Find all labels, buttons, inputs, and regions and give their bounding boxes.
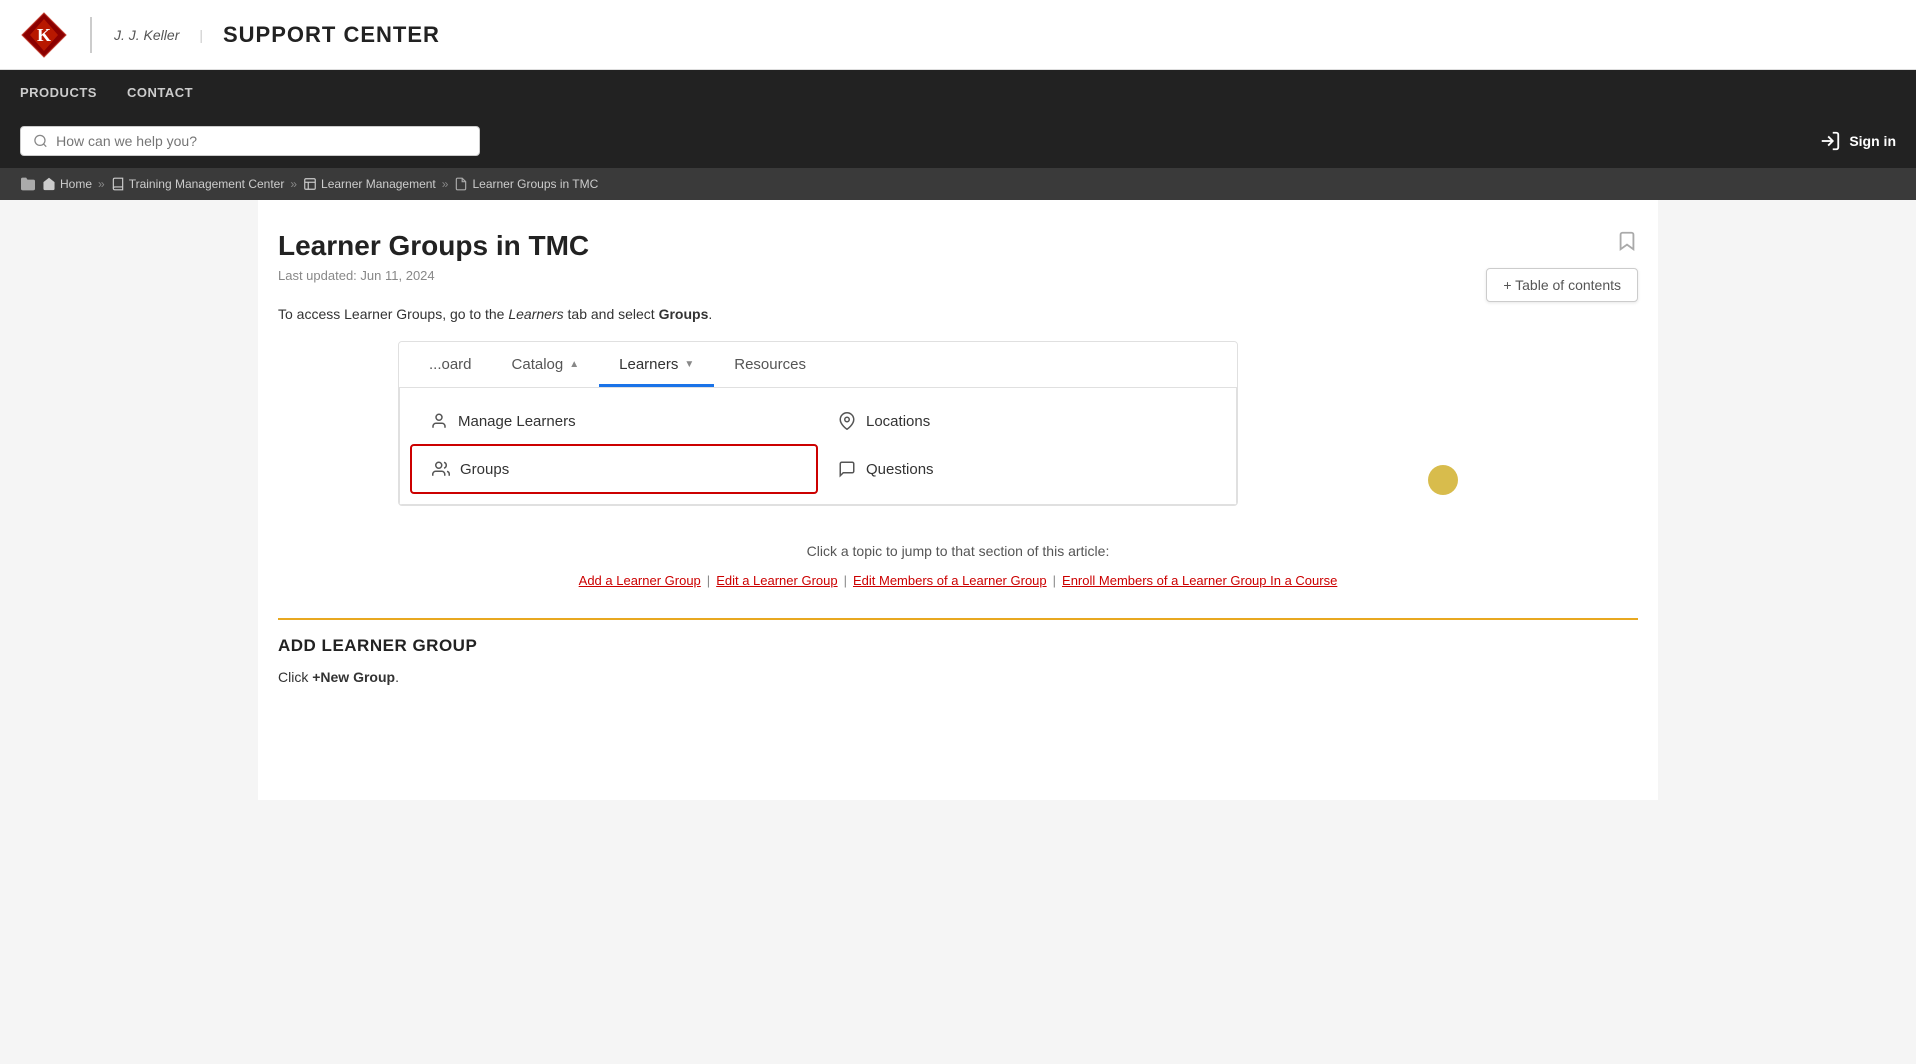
brand-pipe: | (199, 27, 203, 43)
manage-learners-icon (430, 412, 448, 430)
nav-bar: PRODUCTS CONTACT (0, 70, 1916, 114)
locations-icon (838, 412, 856, 430)
breadcrumb-sep-3: » (442, 177, 449, 191)
add-section-content: Click +New Group. (278, 666, 1638, 688)
search-input[interactable] (56, 133, 467, 149)
jump-links-list: Add a Learner Group | Edit a Learner Gro… (278, 573, 1638, 588)
sim-questions[interactable]: Questions (818, 444, 1226, 494)
add-learner-group-section: ADD LEARNER GROUP Click +New Group. (278, 618, 1638, 688)
toc-button-label: + Table of contents (1503, 277, 1621, 293)
breadcrumb-sep-1: » (98, 177, 105, 191)
breadcrumb-home[interactable]: Home (42, 177, 92, 191)
last-updated: Last updated: Jun 11, 2024 (278, 268, 1638, 283)
support-center-title: SUPPORT CENTER (223, 22, 440, 48)
jj-keller-logo: K (20, 11, 68, 59)
jump-links-section: Click a topic to jump to that section of… (278, 530, 1638, 597)
jump-links-heading: Click a topic to jump to that section of… (278, 540, 1638, 562)
ui-screenshot-sim: ...oard Catalog ▲ Learners ▼ Resources (398, 341, 1238, 506)
toc-area: + Table of contents (1486, 230, 1638, 302)
sim-dropdown-menu: Manage Learners Locations (399, 388, 1237, 505)
sim-groups[interactable]: Groups (410, 444, 818, 494)
jump-link-edit-members[interactable]: Edit Members of a Learner Group (853, 573, 1047, 588)
sim-nav-learners[interactable]: Learners ▼ (599, 342, 714, 387)
add-learner-group-heading: ADD LEARNER GROUP (278, 618, 1638, 666)
jump-link-enroll[interactable]: Enroll Members of a Learner Group In a C… (1062, 573, 1337, 588)
catalog-arrow: ▲ (569, 359, 579, 370)
sign-in-button[interactable]: Sign in (1819, 130, 1896, 152)
article-body: To access Learner Groups, go to the Lear… (278, 303, 1638, 688)
article-title: Learner Groups in TMC (278, 230, 1638, 262)
jump-link-edit[interactable]: Edit a Learner Group (716, 573, 837, 588)
add-section-text: Click +New Group. (278, 666, 1638, 688)
groups-icon (432, 460, 450, 478)
jump-sep-1: | (705, 573, 712, 588)
questions-icon (838, 460, 856, 478)
sign-in-label: Sign in (1849, 133, 1896, 149)
learners-arrow: ▼ (684, 359, 694, 370)
brand-divider (90, 17, 92, 53)
search-bar-row: Sign in (0, 114, 1916, 168)
search-wrapper (20, 126, 480, 156)
sim-nav-resources[interactable]: Resources (714, 342, 826, 387)
breadcrumb-learner-mgmt[interactable]: Learner Management (303, 177, 436, 191)
breadcrumb-bar: Home » Training Management Center » Lear… (0, 168, 1916, 200)
bookmark-icon[interactable] (1616, 230, 1638, 258)
breadcrumb-current: Learner Groups in TMC (454, 177, 598, 191)
jump-sep-3: | (1051, 573, 1058, 588)
intro-paragraph: To access Learner Groups, go to the Lear… (278, 303, 1638, 325)
main-content: + Table of contents Learner Groups in TM… (258, 200, 1658, 800)
table-of-contents-button[interactable]: + Table of contents (1486, 268, 1638, 302)
sim-nav-dashboard[interactable]: ...oard (409, 342, 492, 387)
jump-sep-2: | (842, 573, 849, 588)
sim-nav-bar: ...oard Catalog ▲ Learners ▼ Resources (399, 342, 1237, 388)
sim-nav-catalog[interactable]: Catalog ▲ (492, 342, 600, 387)
nav-products[interactable]: PRODUCTS (20, 85, 97, 100)
sign-in-icon (1819, 130, 1841, 152)
top-header: K J. J. Keller | SUPPORT CENTER (0, 0, 1916, 70)
nav-contact[interactable]: CONTACT (127, 85, 193, 100)
sim-locations[interactable]: Locations (818, 398, 1226, 444)
svg-text:K: K (37, 25, 51, 45)
logo-area: K J. J. Keller | SUPPORT CENTER (20, 11, 440, 59)
breadcrumb-folder-icon (20, 176, 36, 192)
search-icon (33, 133, 48, 149)
breadcrumb-sep-2: » (290, 177, 297, 191)
sim-manage-learners[interactable]: Manage Learners (410, 398, 818, 444)
brand-name: J. J. Keller (114, 27, 179, 43)
jump-link-add[interactable]: Add a Learner Group (579, 573, 701, 588)
breadcrumb-training[interactable]: Training Management Center (111, 177, 285, 191)
